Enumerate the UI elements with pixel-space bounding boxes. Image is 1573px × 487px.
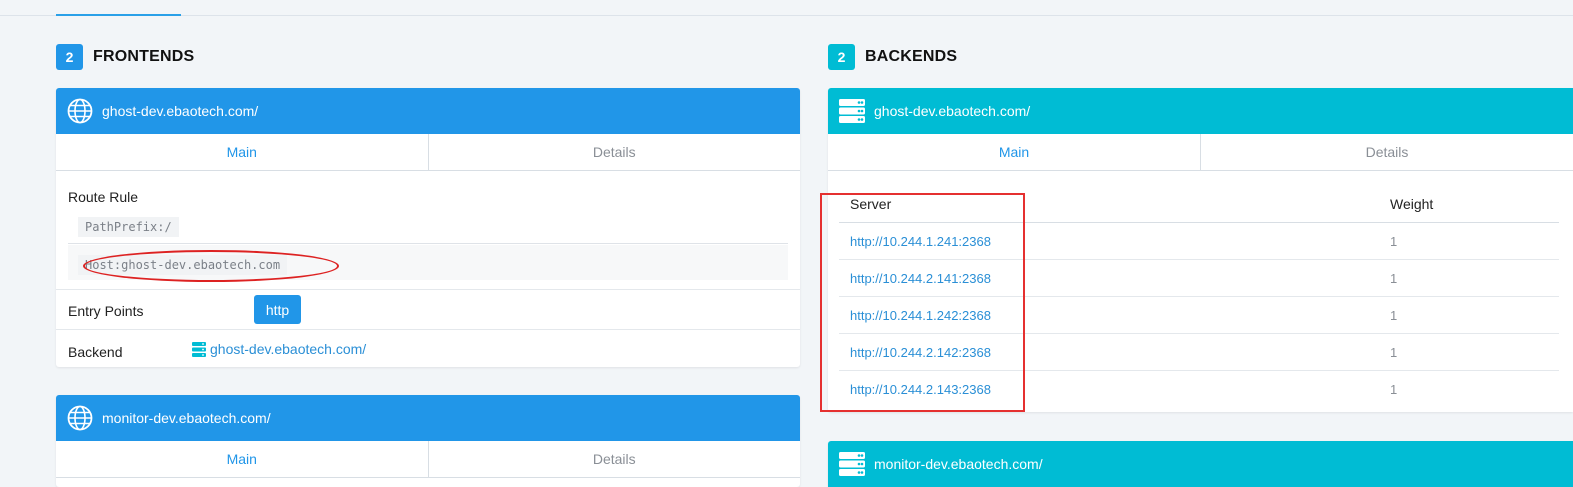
weight-cell: 1 bbox=[1379, 259, 1559, 297]
rule-code: PathPrefix:/ bbox=[78, 217, 179, 237]
backend-card-header: monitor-dev.ebaotech.com/ bbox=[828, 441, 1573, 487]
tab-details[interactable]: Details bbox=[1201, 134, 1573, 170]
weight-cell: 1 bbox=[1379, 222, 1559, 260]
tab-details[interactable]: Details bbox=[428, 441, 800, 477]
backend-label: Backend bbox=[68, 344, 123, 360]
backend-link-text[interactable]: ghost-dev.ebaotech.com/ bbox=[210, 341, 366, 357]
annotation-ellipse bbox=[83, 250, 339, 282]
top-nav-divider bbox=[0, 15, 1573, 16]
weight-cell: 1 bbox=[1379, 333, 1559, 371]
annotation-rectangle bbox=[820, 193, 1025, 412]
frontend-card-monitor: monitor-dev.ebaotech.com/ Main Details bbox=[56, 395, 800, 487]
backends-count-badge: 2 bbox=[828, 44, 855, 70]
backends-section-title: BACKENDS bbox=[865, 48, 958, 65]
frontend-tabs: Main Details bbox=[56, 134, 800, 171]
entry-points-label: Entry Points bbox=[68, 303, 144, 319]
rule-divider bbox=[68, 243, 788, 244]
tab-main[interactable]: Main bbox=[828, 134, 1201, 170]
backend-card-header: ghost-dev.ebaotech.com/ bbox=[828, 88, 1573, 134]
server-icon bbox=[839, 98, 865, 124]
frontend-name: monitor-dev.ebaotech.com/ bbox=[102, 410, 271, 426]
frontend-card-header: ghost-dev.ebaotech.com/ bbox=[56, 88, 800, 134]
backends-section-header: 2 BACKENDS bbox=[828, 44, 957, 70]
tab-main[interactable]: Main bbox=[56, 134, 429, 170]
backend-tabs: Main Details bbox=[828, 134, 1573, 171]
tab-details[interactable]: Details bbox=[428, 134, 800, 170]
frontend-tabs: Main Details bbox=[56, 441, 800, 478]
frontend-name: ghost-dev.ebaotech.com/ bbox=[102, 103, 259, 119]
frontends-section-header: 2 FRONTENDS bbox=[56, 44, 194, 70]
server-icon bbox=[192, 341, 206, 357]
server-icon bbox=[839, 451, 865, 477]
weight-cell: 1 bbox=[1379, 296, 1559, 334]
row-divider bbox=[56, 289, 800, 290]
frontend-card-ghost: ghost-dev.ebaotech.com/ Main Details Rou… bbox=[56, 88, 800, 367]
top-nav-active-indicator bbox=[56, 14, 181, 16]
frontends-count-badge: 2 bbox=[56, 44, 83, 70]
column-header-weight: Weight bbox=[1379, 186, 1559, 223]
row-divider bbox=[56, 329, 800, 330]
backend-name: ghost-dev.ebaotech.com/ bbox=[874, 103, 1031, 119]
globe-icon bbox=[67, 405, 93, 431]
weight-cell: 1 bbox=[1390, 381, 1398, 397]
route-rule-pathprefix: PathPrefix:/ bbox=[78, 217, 179, 237]
tab-main[interactable]: Main bbox=[56, 441, 429, 477]
frontends-section-title: FRONTENDS bbox=[93, 48, 195, 65]
route-rule-label: Route Rule bbox=[68, 189, 139, 205]
backend-name: monitor-dev.ebaotech.com/ bbox=[874, 456, 1043, 472]
frontend-card-header: monitor-dev.ebaotech.com/ bbox=[56, 395, 800, 441]
globe-icon bbox=[67, 98, 93, 124]
entry-point-http-badge[interactable]: http bbox=[254, 295, 301, 324]
backend-link[interactable]: ghost-dev.ebaotech.com/ bbox=[192, 341, 366, 357]
backend-card-monitor: monitor-dev.ebaotech.com/ bbox=[828, 441, 1573, 487]
